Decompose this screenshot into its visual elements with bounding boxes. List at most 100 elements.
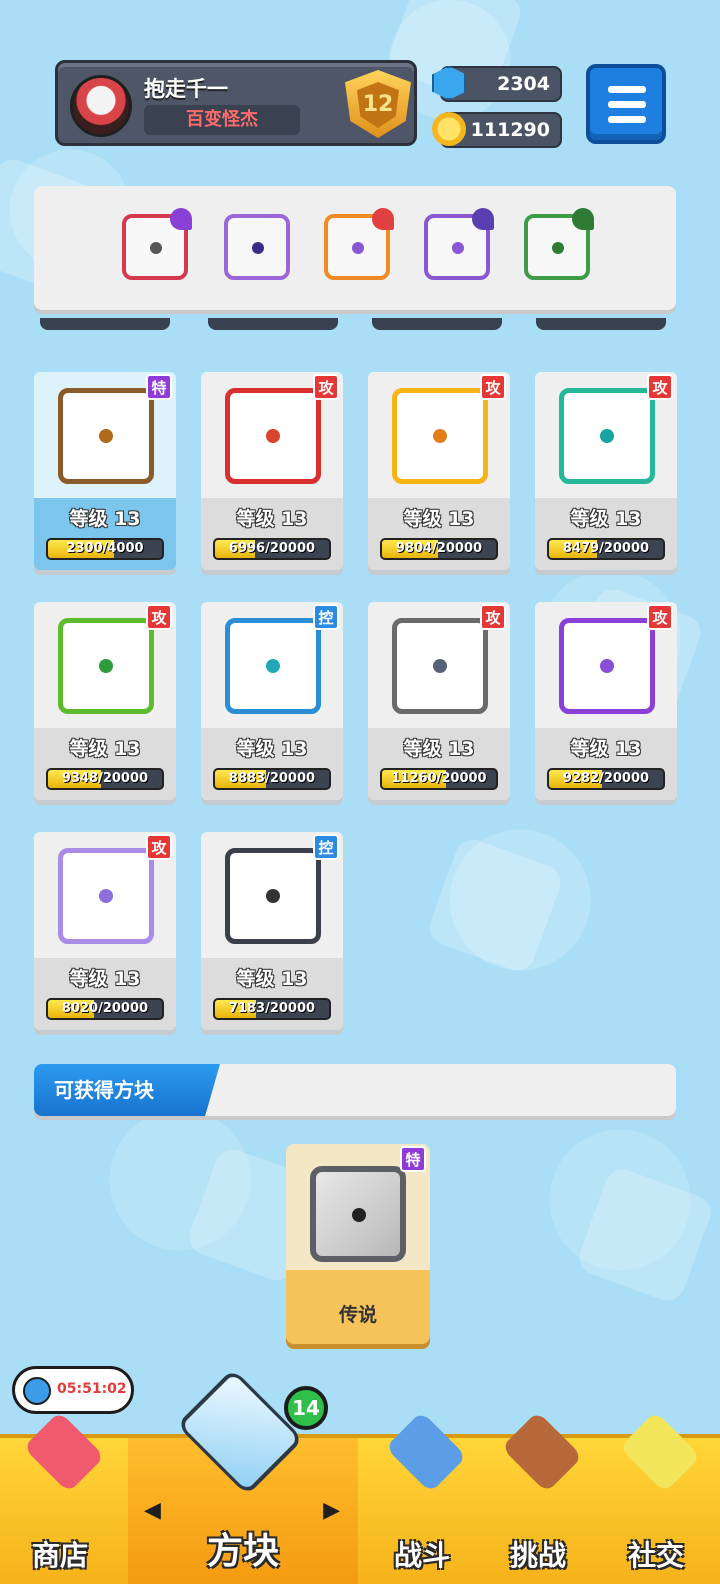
deck-slot-saw[interactable] — [122, 208, 192, 280]
scroll-stub — [208, 318, 338, 330]
lightning-dice-icon — [252, 242, 264, 254]
dice-card[interactable]: 控 等级 13 8883/20000 — [201, 602, 343, 800]
dice-level: 等级 13 — [69, 968, 141, 990]
upgrade-progress-bar: 7183/20000 — [213, 998, 331, 1020]
progress-text: 9804/20000 — [395, 541, 483, 556]
nav-shop[interactable]: 商店 — [0, 1411, 120, 1584]
dice-type-tag: 控 — [313, 604, 339, 630]
deck-slot-vine[interactable] — [524, 208, 594, 280]
dice-box-icon — [176, 1368, 304, 1496]
chevron-left-icon[interactable]: ◀ — [144, 1498, 161, 1523]
dragon-horn-icon — [572, 208, 594, 230]
upgrade-progress-bar: 8020/20000 — [46, 998, 164, 1020]
deck-slot-arrow[interactable] — [424, 208, 494, 280]
dice-card[interactable]: 攻 等级 13 11260/20000 — [368, 602, 510, 800]
dragon-horn-icon — [170, 208, 192, 230]
nav-dice[interactable]: ◀ ▶ 方块 — [128, 1368, 358, 1584]
dice-icon — [392, 388, 488, 484]
progress-text: 11260/20000 — [391, 771, 487, 786]
dice-card[interactable]: 攻 等级 13 9282/20000 — [535, 602, 677, 800]
deck-slot-infinity[interactable] — [324, 208, 394, 280]
dice-deck — [34, 186, 676, 310]
dice-pip — [433, 659, 447, 673]
dice-level: 等级 13 — [570, 738, 642, 760]
special-tag: 特 — [400, 1146, 426, 1172]
obtainable-label: 可获得方块 — [34, 1064, 220, 1116]
dice-pip — [99, 429, 113, 443]
upgrade-progress-bar: 9282/20000 — [547, 768, 665, 790]
upgrade-progress-bar: 8883/20000 — [213, 768, 331, 790]
upgrade-progress-bar: 6996/20000 — [213, 538, 331, 560]
scroll-stub — [536, 318, 666, 330]
stopwatch-icon — [23, 1377, 51, 1405]
nav-challenge-label: 挑战 — [509, 1539, 566, 1572]
nav-challenge[interactable]: 挑战 — [478, 1411, 598, 1584]
chevron-right-icon[interactable]: ▶ — [323, 1498, 340, 1523]
dice-icon — [225, 388, 321, 484]
dice-pip — [433, 429, 447, 443]
nav-battle-label: 战斗 — [393, 1539, 450, 1572]
progress-text: 9348/20000 — [61, 771, 149, 786]
upgrade-progress-bar: 8479/20000 — [547, 538, 665, 560]
dice-card[interactable]: 攻 等级 13 9804/20000 — [368, 372, 510, 570]
dice-type-tag: 攻 — [480, 604, 506, 630]
dragon-dice-icon — [310, 1166, 406, 1262]
dice-count-badge: 14 — [284, 1386, 328, 1430]
hamburger-icon — [608, 101, 646, 108]
dice-type-tag: 控 — [313, 834, 339, 860]
dice-icon — [58, 388, 154, 484]
nav-battle[interactable]: 战斗 — [362, 1411, 482, 1584]
nav-shop-label: 商店 — [31, 1539, 88, 1572]
dice-type-tag: 攻 — [647, 374, 673, 400]
background-die — [574, 1164, 716, 1306]
legendary-dice-card[interactable]: 特 传说 — [286, 1144, 430, 1344]
dice-card[interactable]: 攻 等级 13 6996/20000 — [201, 372, 343, 570]
dice-icon — [58, 848, 154, 944]
nav-social[interactable]: 社交 — [596, 1411, 716, 1584]
dice-type-tag: 攻 — [313, 374, 339, 400]
scroll-stub — [40, 318, 170, 330]
dice-icon — [392, 618, 488, 714]
dice-card[interactable]: 控 等级 13 7183/20000 — [201, 832, 343, 1030]
arrow-dice-icon — [452, 242, 464, 254]
dice-icon — [58, 618, 154, 714]
dice-icon — [559, 618, 655, 714]
hamburger-icon — [608, 116, 646, 123]
dice-type-tag: 特 — [146, 374, 172, 400]
dice-level: 等级 13 — [69, 738, 141, 760]
dice-level: 等级 13 — [570, 508, 642, 530]
progress-text: 8020/20000 — [61, 1001, 149, 1016]
dice-pip — [600, 659, 614, 673]
background-die — [424, 834, 566, 976]
dice-card[interactable]: 攻 等级 13 8020/20000 — [34, 832, 176, 1030]
dice-type-tag: 攻 — [146, 604, 172, 630]
bottom-nav: 商店 ◀ ▶ 方块 战斗 挑战 社交 — [0, 1368, 720, 1584]
dice-card[interactable]: 特 等级 13 2300/4000 — [34, 372, 176, 570]
deck-slot-lightning[interactable] — [224, 214, 290, 280]
upgrade-progress-bar: 11260/20000 — [380, 768, 498, 790]
player-title: 百变怪杰 — [144, 105, 300, 135]
dice-level: 等级 13 — [236, 968, 308, 990]
obtainable-section-header: 可获得方块 — [34, 1064, 676, 1116]
shop-icon — [23, 1411, 105, 1493]
dragon-horn-icon — [472, 208, 494, 230]
nav-dice-label: 方块 — [206, 1531, 279, 1572]
hamburger-icon — [608, 86, 646, 93]
dice-card[interactable]: 攻 等级 13 9348/20000 — [34, 602, 176, 800]
dice-pip — [266, 429, 280, 443]
dice-icon — [225, 848, 321, 944]
dice-level: 等级 13 — [69, 508, 141, 530]
vine-dice-icon — [552, 242, 564, 254]
progress-text: 8479/20000 — [562, 541, 650, 556]
upgrade-progress-bar: 2300/4000 — [46, 538, 164, 560]
rarity-label: 传说 — [338, 1304, 377, 1326]
progress-text: 9282/20000 — [562, 771, 650, 786]
dice-level: 等级 13 — [403, 508, 475, 530]
saw-dice-icon — [150, 242, 162, 254]
sword-shield-icon — [385, 1411, 467, 1493]
dice-pip — [99, 889, 113, 903]
dice-type-tag: 攻 — [146, 834, 172, 860]
menu-button[interactable] — [586, 64, 666, 144]
dice-pip — [266, 889, 280, 903]
dice-card[interactable]: 攻 等级 13 8479/20000 — [535, 372, 677, 570]
